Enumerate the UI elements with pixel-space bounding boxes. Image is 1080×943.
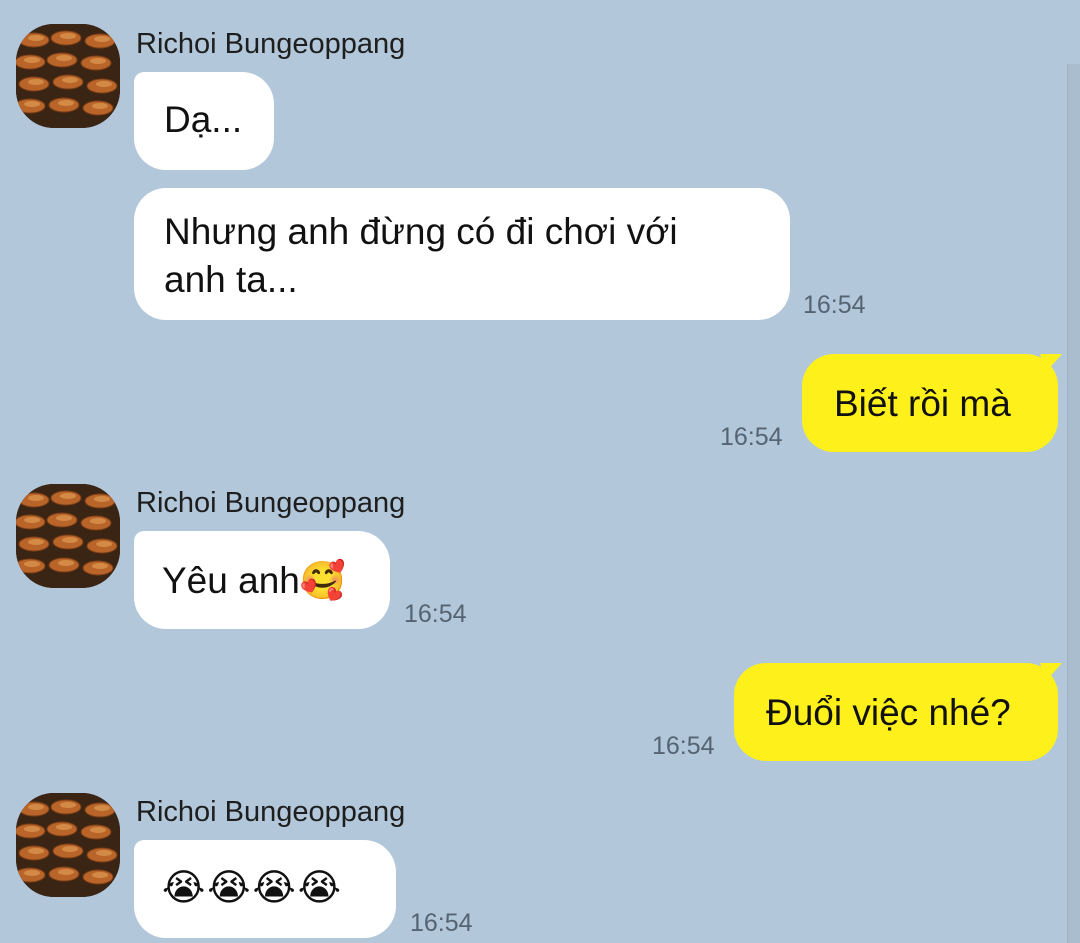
sender-avatar[interactable] — [16, 793, 120, 897]
message-bubble-incoming[interactable]: Dạ... — [134, 72, 274, 170]
message-text: Dạ... — [164, 99, 243, 140]
message-text: Yêu anh🥰 — [162, 560, 346, 601]
message-timestamp: 16:54 — [404, 600, 467, 628]
sender-name: Richoi Bungeoppang — [136, 28, 406, 60]
message-text: 😭😭😭😭 — [162, 866, 343, 909]
bungeoppang-photo-icon — [16, 24, 120, 128]
sender-name: Richoi Bungeoppang — [136, 796, 406, 828]
message-timestamp: 16:54 — [720, 423, 783, 451]
message-bubble-incoming[interactable]: Yêu anh🥰 — [134, 531, 390, 629]
message-text: Biết rồi mà — [834, 383, 1011, 424]
bungeoppang-photo-icon — [16, 484, 120, 588]
message-bubble-outgoing[interactable]: Biết rồi mà — [802, 354, 1058, 452]
sender-name: Richoi Bungeoppang — [136, 487, 406, 519]
bubble-tail — [1040, 663, 1062, 681]
message-text: Nhưng anh đừng có đi chơi với anh ta... — [164, 211, 678, 300]
sender-avatar[interactable] — [16, 24, 120, 128]
scrollbar[interactable] — [1067, 64, 1080, 943]
message-bubble-incoming[interactable]: Nhưng anh đừng có đi chơi với anh ta... — [134, 188, 790, 320]
message-timestamp: 16:54 — [803, 291, 866, 319]
message-timestamp: 16:54 — [410, 909, 473, 937]
message-timestamp: 16:54 — [652, 732, 715, 760]
bungeoppang-photo-icon — [16, 793, 120, 897]
message-bubble-incoming[interactable]: 😭😭😭😭 — [134, 840, 396, 938]
message-bubble-outgoing[interactable]: Đuổi việc nhé? — [734, 663, 1058, 761]
bubble-tail — [1040, 354, 1062, 372]
message-text: Đuổi việc nhé? — [766, 692, 1011, 733]
sender-avatar[interactable] — [16, 484, 120, 588]
